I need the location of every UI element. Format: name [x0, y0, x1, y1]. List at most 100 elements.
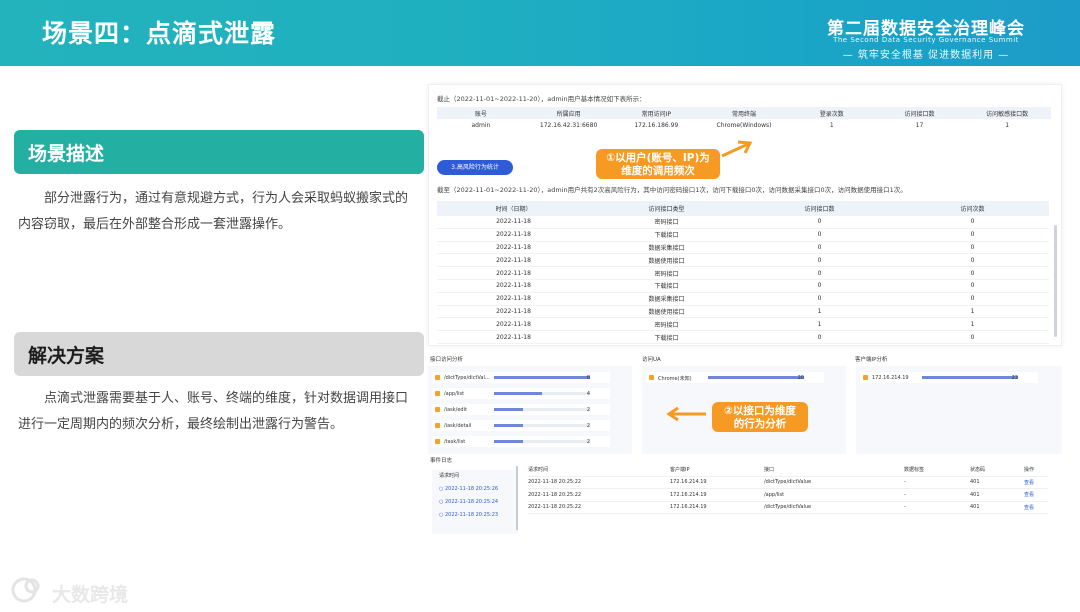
table-cell: 2022-11-18	[496, 243, 531, 251]
table-header-cell: 访问敏感接口数	[986, 110, 1029, 118]
table-header-cell: 操作	[1024, 467, 1035, 474]
page-title: 场景四：点滴式泄露	[42, 19, 277, 48]
table-row: 2022-11-18 密码接口 0 0	[437, 216, 1049, 229]
table-cell: 0	[817, 269, 822, 277]
table-header-cell: 接口	[764, 467, 775, 474]
event-time-header: 请求时间	[439, 473, 460, 479]
bar-value: 8	[586, 375, 590, 381]
solution-text: 点滴式泄露需要基于人、账号、终端的维度，针对数据调用接口进行一定周期内的频次分析…	[18, 391, 409, 432]
api-bar-row[interactable]: /task/list 2	[432, 436, 610, 447]
bar-value: 2	[586, 439, 590, 445]
table-cell: 0	[970, 256, 975, 264]
bar-track	[494, 392, 590, 395]
table-cell: admin	[471, 121, 491, 129]
bar-label: /iask/edit	[444, 407, 467, 413]
table-cell: 2022-11-18	[496, 320, 531, 328]
table-cell: 2022-11-18	[496, 333, 531, 341]
table-cell: 172.16.214.19	[670, 504, 707, 511]
header-bar: 场景四：点滴式泄露 第二届数据安全治理峰会 The Second Data Se…	[0, 0, 1080, 66]
scene-description-text: 部分泄露行为，通过有意规避方式，行为人会采取蚂蚁搬家式的内容窃取，最后在外部整合…	[18, 191, 409, 232]
table-cell: 172.16.214.19	[670, 491, 707, 498]
bar-value: 2	[586, 423, 590, 429]
table-cell: 2022-11-18	[496, 307, 531, 315]
table-header-cell: 访问接口数	[804, 205, 835, 213]
table-cell: 数据采集接口	[648, 296, 685, 304]
folder-icon	[435, 391, 440, 396]
folder-icon	[435, 423, 440, 428]
bar-fill	[494, 392, 542, 395]
event-time-item[interactable]: ○ 2022-11-18 20:25:23	[432, 509, 518, 522]
table-header-cell: 常用访问IP	[641, 110, 671, 118]
event-log-label: 事件日志	[430, 458, 453, 464]
table-cell: 2022-11-18 20:25:22	[528, 479, 582, 486]
table-cell: 下载接口	[654, 334, 679, 342]
event-log-header: 请求时间 客户端IP 接口 数据标签 状态码 操作	[528, 464, 1048, 477]
table-cell: 密码接口	[654, 270, 679, 278]
bar-label: /app/list	[444, 391, 465, 397]
conference-slogan: — 筑牢安全根基 促进数据利用 —	[842, 50, 1010, 61]
event-time-item[interactable]: ○ 2022-11-18 20:25:24	[432, 496, 518, 509]
table-cell: 2022-11-18	[496, 218, 531, 226]
table-cell: 2022-11-18	[496, 256, 531, 264]
scrollbar[interactable]	[1054, 225, 1057, 337]
callout-user-frequency-text: ①以用户(账号、IP)为 维度的调用频次	[606, 152, 710, 177]
table-cell: -	[904, 479, 906, 486]
report-screenshot: 截止（2022-11-01~2022-11-20），admin用户基本情况如下表…	[428, 84, 1062, 346]
conference-english-title: The Second Data Security Governance Summ…	[833, 36, 1019, 44]
view-link[interactable]: 查看	[1024, 504, 1048, 511]
table-cell: Chrome(Windows)	[716, 121, 772, 129]
user-table-header: 账号 所属应用 常用访问IP 常用终端 登录次数 访问接口数 访问敏感接口数	[437, 107, 1051, 119]
bar-track	[494, 408, 590, 411]
folder-icon	[863, 375, 868, 380]
table-cell: 17	[915, 121, 924, 129]
table-row: 2022-11-18 20:25:22 172.16.214.19/dictTyp…	[528, 477, 1048, 489]
table-cell: 0	[817, 282, 822, 290]
table-cell: 2022-11-18	[496, 295, 531, 303]
table-row: 2022-11-18 数据使用接口 0 0	[437, 254, 1049, 268]
client-ip-panel: 172.16.214.19 23	[856, 366, 1062, 454]
slide: 场景四：点滴式泄露 第二届数据安全治理峰会 The Second Data Se…	[0, 0, 1080, 612]
api-bar-row[interactable]: /iask/detail 2	[432, 420, 610, 431]
high-risk-stats-tab[interactable]: 3.高风险行为统计	[437, 160, 513, 175]
view-link[interactable]: 查看	[1024, 491, 1048, 498]
arrow-up-right-icon	[721, 140, 753, 158]
bar-value: 23	[1011, 375, 1018, 381]
solution-heading: 解决方案	[14, 332, 424, 376]
table-cell: 0	[970, 269, 975, 277]
view-link[interactable]: 查看	[1024, 479, 1048, 486]
table-header-cell: 访问次数	[960, 205, 985, 213]
folder-icon	[435, 375, 440, 380]
table-row: admin 172.16.42.31:6680 172.16.186.99 Ch…	[437, 119, 1051, 131]
table-header-cell: 访问接口类型	[648, 205, 685, 213]
table-cell: 1	[970, 320, 975, 328]
ip-bar-row[interactable]: 172.16.214.19 23	[860, 372, 1038, 383]
table-cell: 0	[970, 231, 975, 239]
table-row: 2022-11-18 密码接口 0 0	[437, 267, 1049, 280]
api-bar-row[interactable]: /iask/edit 2	[432, 404, 610, 415]
user-table: 账号 所属应用 常用访问IP 常用终端 登录次数 访问接口数 访问敏感接口数 a…	[437, 107, 1051, 131]
table-header-cell: 时间（日期）	[495, 205, 532, 213]
table-cell: /dictType/dictValue	[764, 479, 812, 486]
table-cell: 2022-11-18	[496, 231, 531, 239]
event-time-list: 请求时间 ○ 2022-11-18 20:25:26 ○ 2022-11-18 2…	[432, 470, 518, 534]
callout-user-frequency: ①以用户(账号、IP)为 维度的调用频次	[596, 149, 720, 179]
table-header-cell: 访问接口数	[904, 110, 935, 118]
table-cell: 0	[817, 333, 822, 341]
ua-bar-row[interactable]: Chrome(未知) 20	[646, 372, 824, 383]
table-cell: 172.16.214.19	[670, 479, 707, 486]
table-cell: 2022-11-18	[496, 269, 531, 277]
risk-summary-note: 截至（2022-11-01~2022-11-20），admin用户共有2次高风险…	[437, 186, 907, 194]
api-bar-row[interactable]: /app/list 4	[432, 388, 610, 399]
event-time-item[interactable]: ○ 2022-11-18 20:25:26	[432, 483, 518, 496]
table-cell: 172.16.186.99	[634, 121, 679, 129]
table-header-cell: 账号	[474, 110, 487, 118]
table-cell: 401	[970, 491, 980, 498]
table-row: 2022-11-18 下载接口 0 0	[437, 229, 1049, 242]
bar-label: Chrome(未知)	[658, 376, 692, 382]
table-cell: 0	[817, 243, 822, 251]
bar-label: 172.16.214.19	[872, 375, 909, 381]
api-bar-row[interactable]: /dictType/dictVal... 8	[432, 372, 610, 383]
table-cell: /dictType/dictValue	[764, 504, 812, 511]
table-header-cell: 客户端IP	[670, 467, 690, 474]
divider	[516, 466, 518, 530]
